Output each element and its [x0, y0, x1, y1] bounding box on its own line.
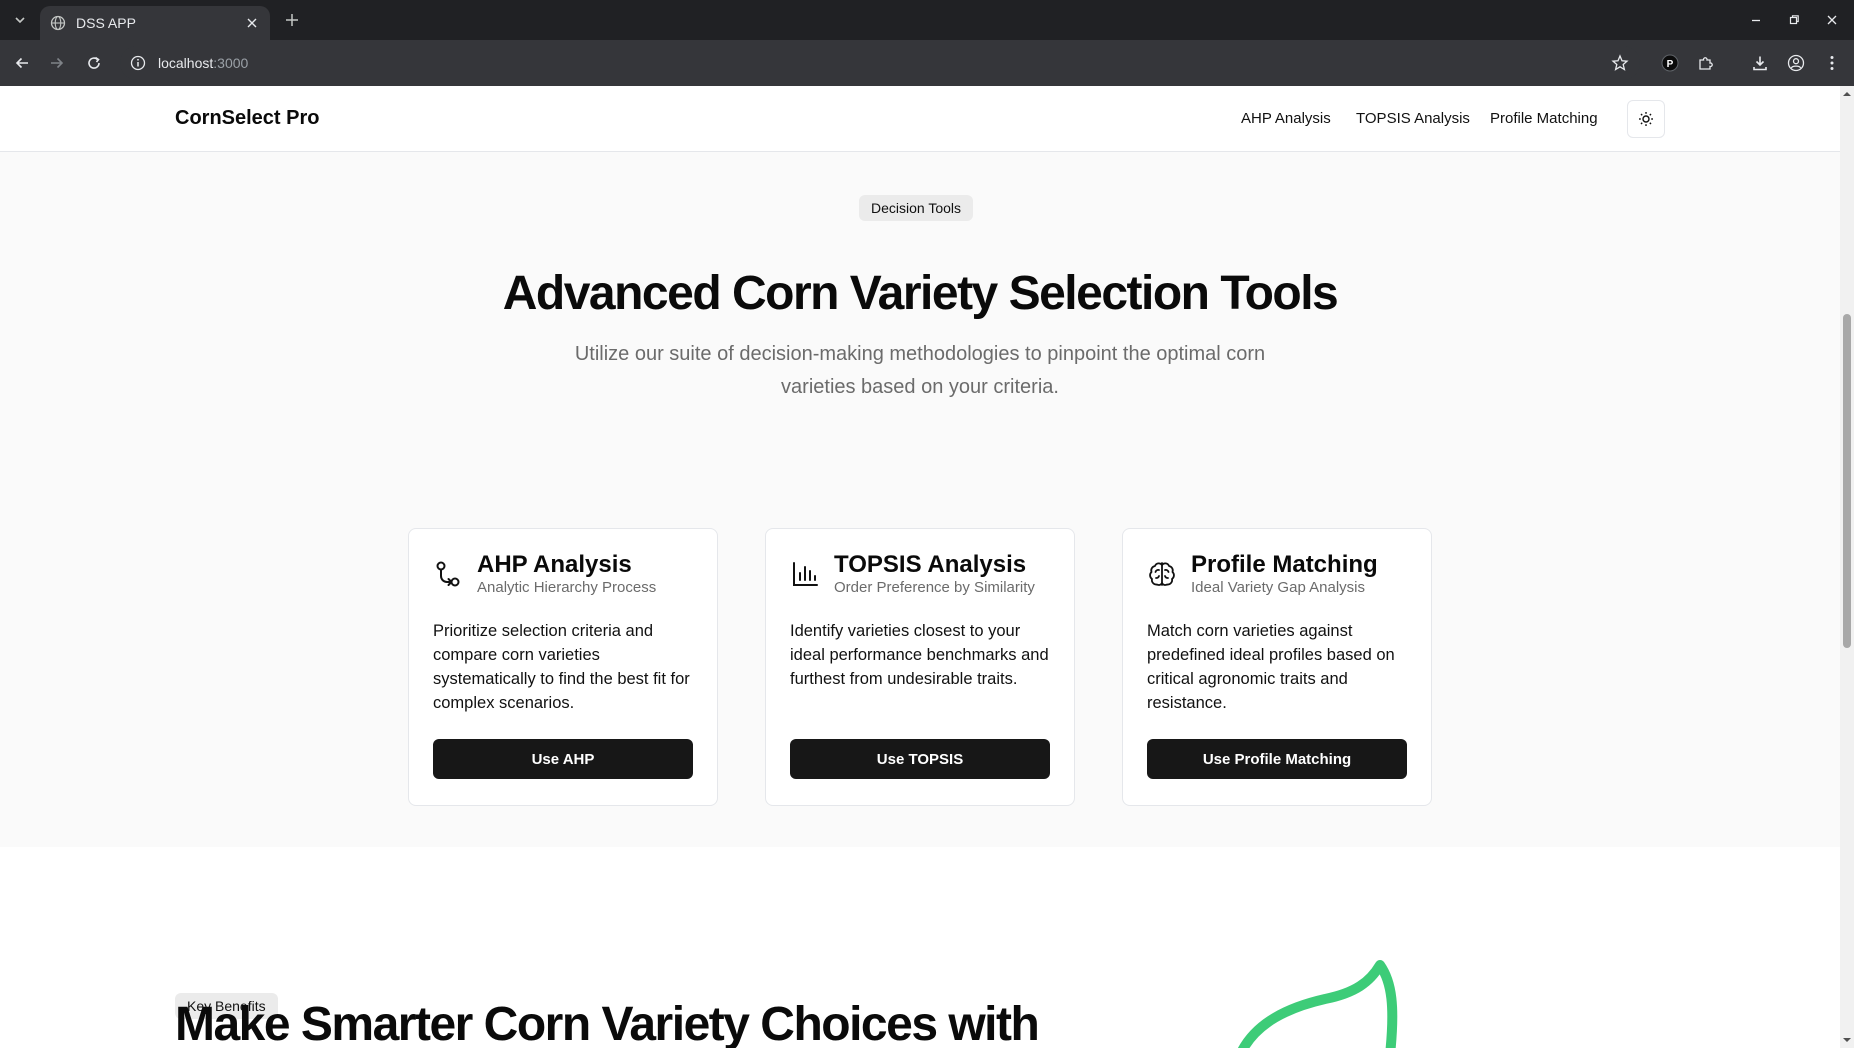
- sun-icon: [1638, 111, 1654, 127]
- card-subtitle: Order Preference by Similarity: [834, 579, 1035, 596]
- use-ahp-button[interactable]: Use AHP: [433, 739, 693, 779]
- forward-icon[interactable]: [45, 51, 69, 75]
- card-topsis: TOPSIS Analysis Order Preference by Simi…: [765, 528, 1075, 806]
- brain-icon: [1147, 559, 1177, 589]
- scrollbar-thumb[interactable]: [1843, 314, 1851, 648]
- browser-toolbar: localhost:3000 P: [0, 40, 1854, 86]
- reload-icon[interactable]: [82, 51, 106, 75]
- card-title: Profile Matching: [1191, 551, 1378, 578]
- close-window-icon[interactable]: [1822, 10, 1842, 30]
- page-scrollbar[interactable]: [1840, 86, 1854, 1048]
- card-subtitle: Analytic Hierarchy Process: [477, 579, 657, 596]
- card-description: Prioritize selection criteria and compar…: [433, 622, 690, 712]
- tab-list-dropdown-icon[interactable]: [8, 10, 32, 30]
- url-port: :3000: [213, 55, 249, 71]
- site-info-icon[interactable]: [130, 55, 146, 71]
- nav-link-ahp[interactable]: AHP Analysis: [1241, 110, 1331, 127]
- card-title: TOPSIS Analysis: [834, 551, 1027, 578]
- card-description: Identify varieties closest to your ideal…: [790, 622, 1049, 688]
- use-topsis-button[interactable]: Use TOPSIS: [790, 739, 1050, 779]
- tab-title: DSS APP: [76, 15, 136, 31]
- site-header: CornSelect Pro AHP Analysis TOPSIS Analy…: [0, 86, 1840, 152]
- brand-logo-text[interactable]: CornSelect Pro: [175, 107, 319, 130]
- decision-tools-badge: Decision Tools: [859, 195, 974, 221]
- card-subtitle: Ideal Variety Gap Analysis: [1191, 579, 1365, 596]
- address-bar[interactable]: localhost:3000: [120, 46, 1640, 80]
- nav-link-profile-matching[interactable]: Profile Matching: [1490, 110, 1598, 127]
- card-profile-matching: Profile Matching Ideal Variety Gap Analy…: [1122, 528, 1432, 806]
- back-icon[interactable]: [10, 51, 34, 75]
- use-profile-matching-button[interactable]: Use Profile Matching: [1147, 739, 1407, 779]
- svg-text:P: P: [1667, 59, 1674, 70]
- download-icon[interactable]: [1748, 51, 1772, 75]
- profile-avatar-icon[interactable]: [1784, 51, 1808, 75]
- browser-menu-icon[interactable]: [1820, 51, 1844, 75]
- close-tab-icon[interactable]: [244, 15, 260, 31]
- url-host: localhost: [158, 55, 214, 71]
- extensions-puzzle-icon[interactable]: [1694, 51, 1718, 75]
- benefits-section: Key Benefits Make Smarter Corn Variety C…: [0, 847, 1840, 1048]
- hero-subtitle: Utilize our suite of decision-making met…: [574, 343, 1266, 398]
- page-viewport: CornSelect Pro AHP Analysis TOPSIS Analy…: [0, 86, 1854, 1048]
- hero-title: Advanced Corn Variety Selection Tools: [502, 267, 1339, 320]
- benefits-heading: Make Smarter Corn Variety Choices with: [175, 998, 1040, 1048]
- bookmark-star-icon[interactable]: [1608, 51, 1632, 75]
- new-tab-icon[interactable]: [282, 10, 302, 30]
- bar-chart-icon: [790, 559, 820, 589]
- card-description: Match corn varieties against predefined …: [1147, 622, 1395, 712]
- leaf-illustration-icon: [1238, 960, 1398, 1048]
- extension-p-icon[interactable]: P: [1658, 51, 1682, 75]
- git-compare-icon: [433, 559, 463, 589]
- scroll-down-arrow-icon[interactable]: [1843, 1036, 1851, 1044]
- card-title: AHP Analysis: [477, 551, 632, 578]
- scroll-up-arrow-icon[interactable]: [1843, 90, 1851, 98]
- card-ahp: AHP Analysis Analytic Hierarchy Process …: [408, 528, 718, 806]
- minimize-icon[interactable]: [1746, 10, 1766, 30]
- browser-tabstrip: DSS APP: [0, 0, 1854, 40]
- theme-toggle-button[interactable]: [1627, 100, 1665, 138]
- hero-section: Decision Tools Advanced Corn Variety Sel…: [0, 152, 1840, 847]
- restore-icon[interactable]: [1784, 10, 1804, 30]
- nav-link-topsis[interactable]: TOPSIS Analysis: [1356, 110, 1470, 127]
- globe-icon: [50, 15, 66, 31]
- browser-tab[interactable]: DSS APP: [40, 6, 270, 40]
